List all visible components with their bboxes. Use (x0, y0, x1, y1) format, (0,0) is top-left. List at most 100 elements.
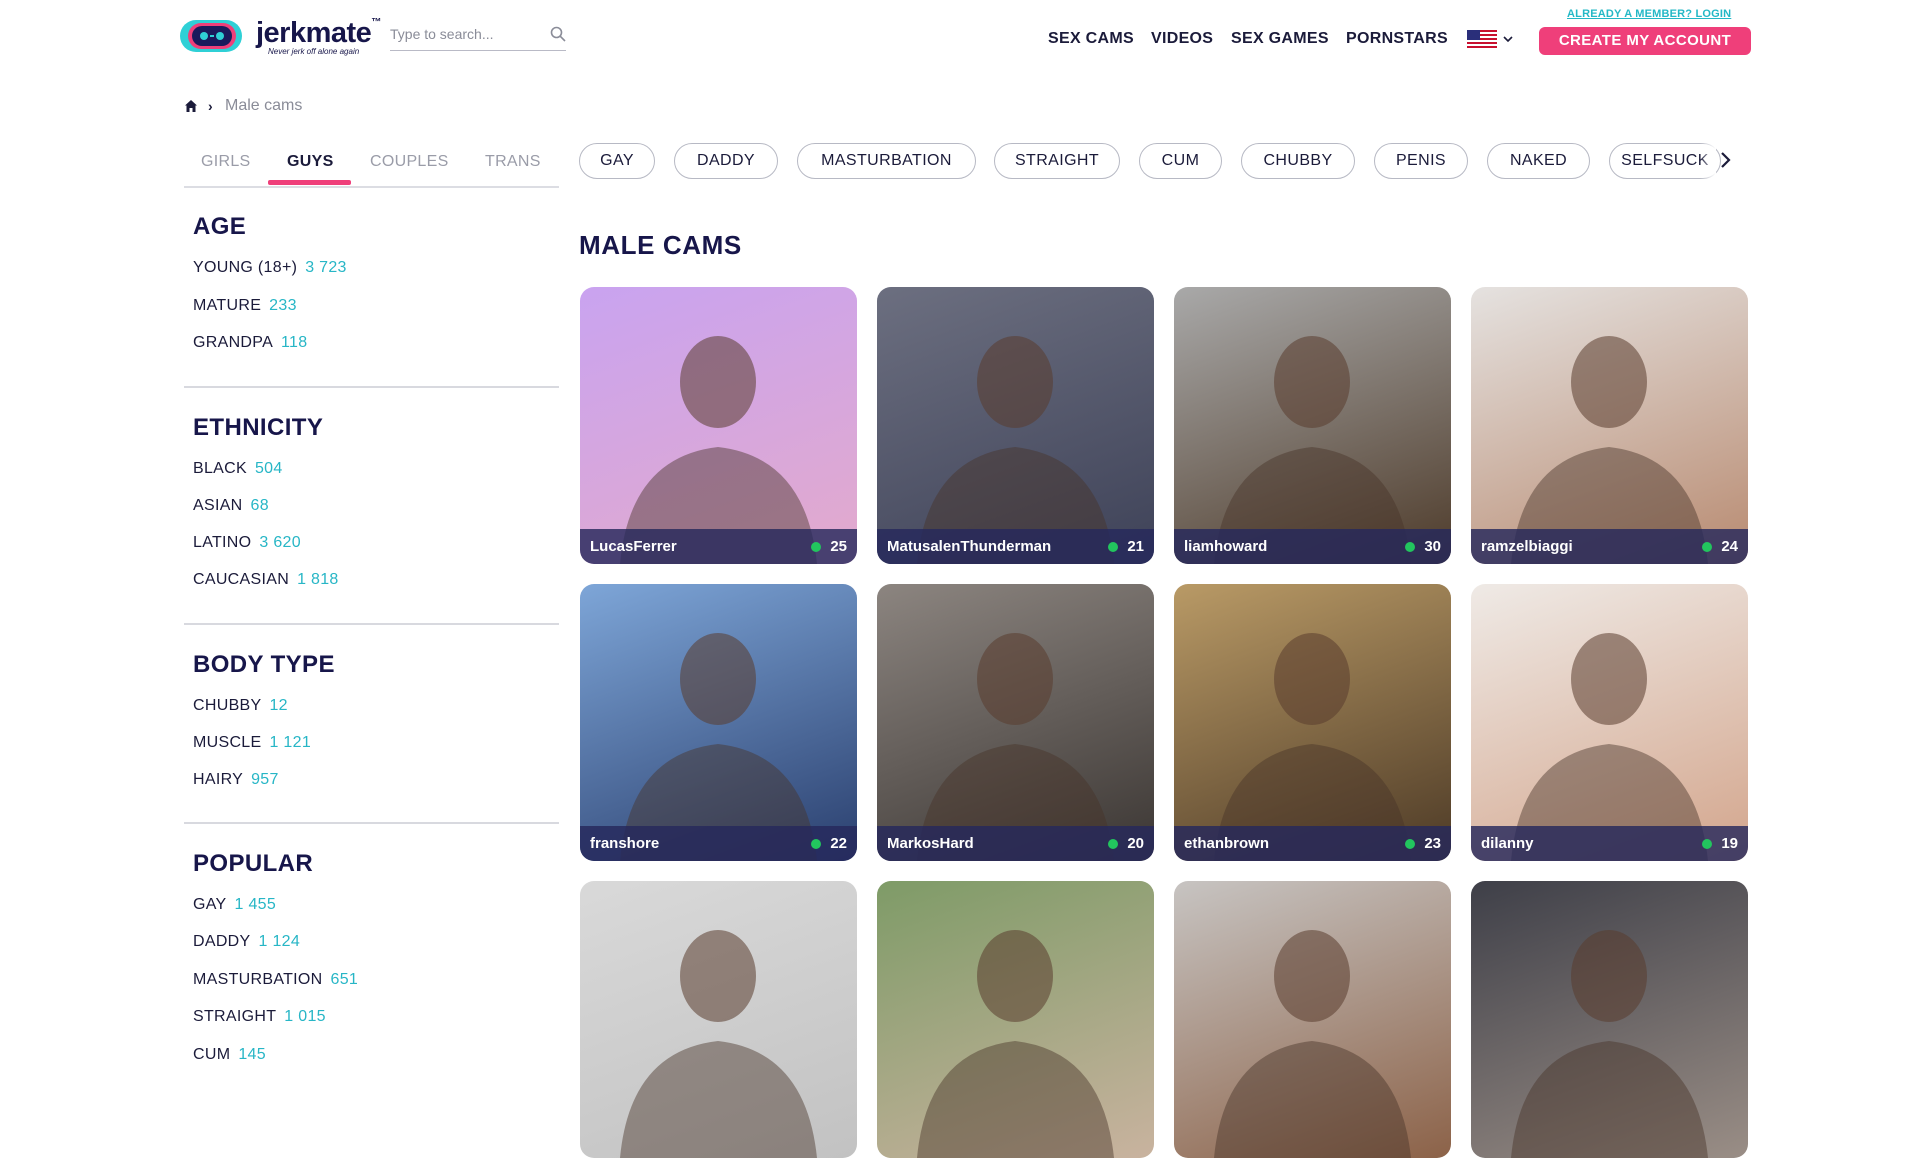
cam-thumbnail (917, 633, 1114, 861)
cam-age: 22 (830, 835, 847, 852)
tag-chip[interactable]: NAKED (1487, 143, 1590, 179)
filter-heading-ethnicity: ETHNICITY (193, 414, 324, 441)
tag-chip[interactable]: CUM (1139, 143, 1222, 179)
cam-age: 25 (830, 538, 847, 555)
cam-card[interactable] (877, 881, 1154, 1158)
cam-info-bar: franshore 22 (580, 826, 857, 861)
tab-couples[interactable]: COUPLES (370, 153, 449, 171)
logo-wordmark: jerkmate™ (256, 17, 381, 49)
filter-chubby[interactable]: CHUBBY 12 (193, 697, 288, 715)
chevron-down-icon[interactable] (1503, 35, 1513, 43)
home-icon[interactable] (184, 99, 198, 113)
tag-chip[interactable]: MASTURBATION (797, 143, 976, 179)
cam-username: MarkosHard (887, 835, 974, 852)
active-tab-indicator (268, 180, 351, 185)
jerkmate-logo[interactable]: jerkmate™ Never jerk off alone again (178, 15, 381, 59)
filter-black[interactable]: BLACK 504 (193, 460, 283, 478)
cam-thumbnail (620, 336, 817, 564)
tag-chip[interactable]: PENIS (1374, 143, 1468, 179)
cam-thumbnail (1214, 633, 1411, 861)
us-flag-icon[interactable] (1467, 30, 1497, 50)
cam-thumbnail (917, 930, 1114, 1158)
cam-thumbnail (1214, 336, 1411, 564)
cam-card[interactable]: franshore 22 (580, 584, 857, 861)
online-status-icon (811, 542, 821, 552)
cam-info-bar: MarkosHard 20 (877, 826, 1154, 861)
robot-mascot-icon (180, 20, 242, 52)
nav-videos[interactable]: VIDEOS (1151, 30, 1213, 48)
cam-thumbnail (620, 633, 817, 861)
cam-thumbnail (917, 336, 1114, 564)
tab-girls[interactable]: GIRLS (201, 153, 251, 171)
cam-card[interactable] (580, 881, 857, 1158)
filter-hairy[interactable]: HAIRY 957 (193, 771, 279, 789)
divider (184, 822, 559, 824)
cam-info-bar: LucasFerrer 25 (580, 529, 857, 564)
online-status-icon (1405, 542, 1415, 552)
cam-age: 23 (1424, 835, 1441, 852)
filter-caucasian[interactable]: CAUCASIAN 1 818 (193, 571, 339, 589)
nav-sex-cams[interactable]: SEX CAMS (1048, 30, 1134, 48)
cam-age: 30 (1424, 538, 1441, 555)
chips-fade (1700, 140, 1716, 182)
cam-age: 20 (1127, 835, 1144, 852)
cam-card[interactable]: ethanbrown 23 (1174, 584, 1451, 861)
cam-username: MatusalenThunderman (887, 538, 1052, 555)
filter-asian[interactable]: ASIAN 68 (193, 497, 269, 515)
tab-trans[interactable]: TRANS (485, 153, 541, 171)
cam-username: liamhoward (1184, 538, 1268, 555)
login-link[interactable]: ALREADY A MEMBER? LOGIN (1567, 8, 1731, 20)
cam-info-bar: ethanbrown 23 (1174, 826, 1451, 861)
online-status-icon (1108, 542, 1118, 552)
cam-age: 21 (1127, 538, 1144, 555)
tag-chip[interactable]: DADDY (674, 143, 778, 179)
filter-muscle[interactable]: MUSCLE 1 121 (193, 734, 311, 752)
logo-tagline: Never jerk off alone again (268, 47, 360, 56)
create-account-button[interactable]: CREATE MY ACCOUNT (1539, 27, 1751, 55)
tag-chip[interactable]: STRAIGHT (994, 143, 1120, 179)
cam-card[interactable]: ramzelbiaggi 24 (1471, 287, 1748, 564)
cam-card[interactable]: LucasFerrer 25 (580, 287, 857, 564)
cam-username: ramzelbiaggi (1481, 538, 1573, 555)
filter-masturbation[interactable]: MASTURBATION 651 (193, 971, 358, 989)
chevron-right-icon[interactable] (1718, 150, 1732, 170)
cam-info-bar: MatusalenThunderman 21 (877, 529, 1154, 564)
filter-daddy[interactable]: DADDY 1 124 (193, 933, 300, 951)
search-input[interactable] (390, 24, 540, 44)
filter-latino[interactable]: LATINO 3 620 (193, 534, 301, 552)
cam-info-bar: ramzelbiaggi 24 (1471, 529, 1748, 564)
cam-thumbnail (1511, 930, 1708, 1158)
online-status-icon (811, 839, 821, 849)
cam-card[interactable]: liamhoward 30 (1174, 287, 1451, 564)
cam-card[interactable]: MarkosHard 20 (877, 584, 1154, 861)
divider (184, 386, 559, 388)
nav-pornstars[interactable]: PORNSTARS (1346, 30, 1448, 48)
filter-heading-popular: POPULAR (193, 850, 314, 877)
filter-mature[interactable]: MATURE 233 (193, 297, 297, 315)
filter-cum[interactable]: CUM 145 (193, 1046, 266, 1064)
cam-card[interactable]: MatusalenThunderman 21 (877, 287, 1154, 564)
cam-username: LucasFerrer (590, 538, 677, 555)
tab-guys[interactable]: GUYS (287, 153, 334, 171)
online-status-icon (1108, 839, 1118, 849)
tag-chip[interactable]: CHUBBY (1241, 143, 1355, 179)
filter-gay[interactable]: GAY 1 455 (193, 896, 276, 914)
cam-card[interactable]: dilanny 19 (1471, 584, 1748, 861)
filter-straight[interactable]: STRAIGHT 1 015 (193, 1008, 326, 1026)
cam-username: franshore (590, 835, 660, 852)
search-box (390, 20, 566, 51)
search-icon[interactable] (550, 26, 566, 42)
cam-card[interactable] (1174, 881, 1451, 1158)
filter-heading-age: AGE (193, 213, 247, 240)
breadcrumb-separator: › (208, 98, 213, 114)
nav-sex-games[interactable]: SEX GAMES (1231, 30, 1329, 48)
tag-chip[interactable]: GAY (579, 143, 655, 179)
page-title: MALE CAMS (579, 230, 742, 260)
filter-grandpa[interactable]: GRANDPA 118 (193, 334, 307, 352)
cam-info-bar: dilanny 19 (1471, 826, 1748, 861)
divider (184, 623, 559, 625)
cam-card[interactable] (1471, 881, 1748, 1158)
filter-young[interactable]: YOUNG (18+) 3 723 (193, 259, 347, 277)
cam-username: ethanbrown (1184, 835, 1269, 852)
cam-thumbnail (1511, 336, 1708, 564)
